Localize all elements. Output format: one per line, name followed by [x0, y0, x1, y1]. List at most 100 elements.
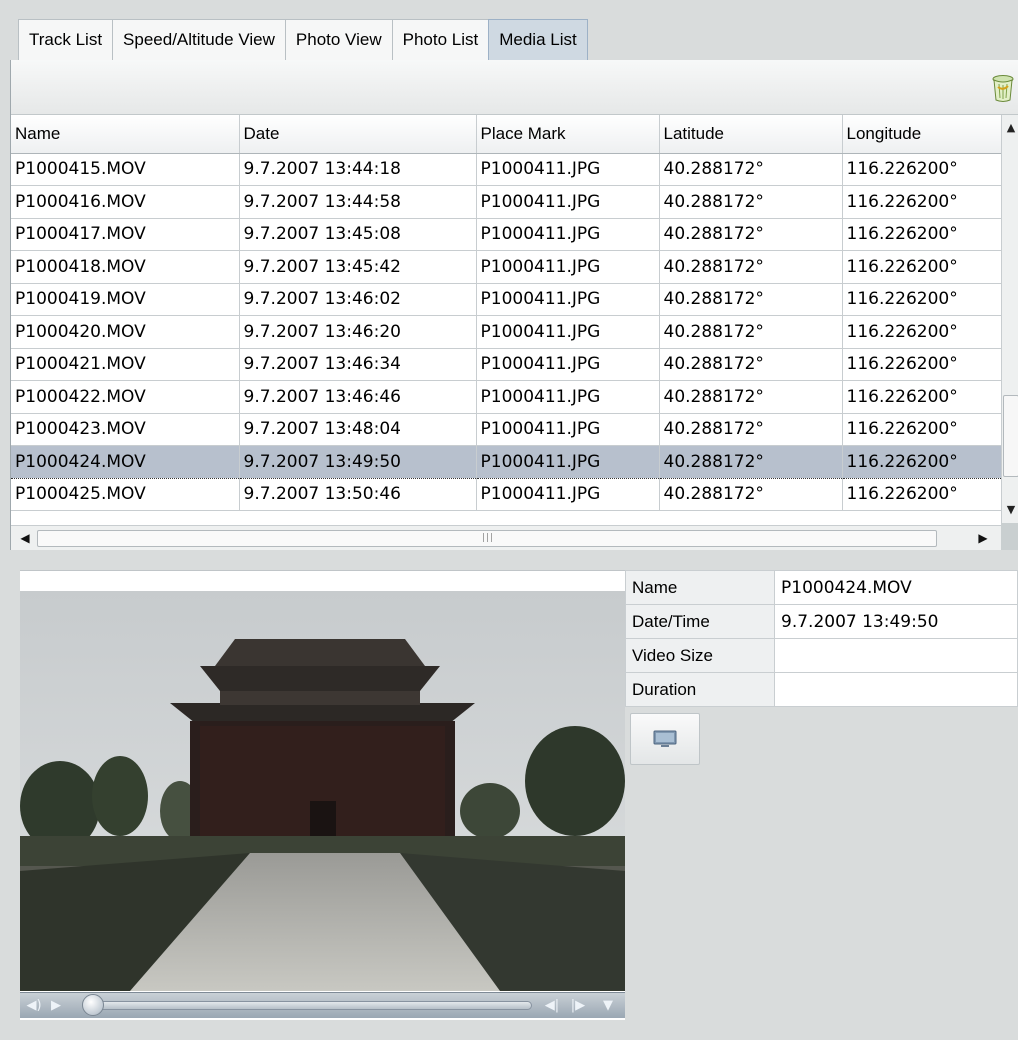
tab-speed-altitude-view[interactable]: Speed/Altitude View	[112, 19, 286, 60]
player-controls: ◀) ▶ ◀| |▶ ▼	[20, 992, 625, 1018]
cell-latitude: 40.288172°	[659, 445, 843, 479]
table-row[interactable]: P1000425.MOV 9.7.2007 13:50:46 P1000411.JP…	[11, 478, 1001, 511]
cell-longitude: 116.226200°	[842, 185, 1001, 219]
column-header-name[interactable]: Name	[11, 115, 240, 154]
table-row[interactable]: P1000423.MOV 9.7.2007 13:48:04 P1000411.JP…	[11, 413, 1001, 446]
table-row[interactable]: P1000417.MOV 9.7.2007 13:45:08 P1000411.JP…	[11, 218, 1001, 251]
video-frame	[20, 591, 625, 991]
video-player: ◀) ▶ ◀| |▶ ▼	[20, 570, 625, 1020]
cell-longitude: 116.226200°	[842, 250, 1001, 284]
cell-longitude: 116.226200°	[842, 218, 1001, 251]
media-properties: Name P1000424.MOV Date/Time 9.7.2007 13:…	[625, 570, 1018, 707]
property-row-name: Name P1000424.MOV	[625, 570, 1018, 605]
column-header-place-mark[interactable]: Place Mark	[476, 115, 660, 154]
table-row[interactable]: P1000416.MOV 9.7.2007 13:44:58 P1000411.JP…	[11, 185, 1001, 219]
cell-latitude: 40.288172°	[659, 283, 843, 316]
fullscreen-button[interactable]	[630, 713, 700, 765]
cell-date: 9.7.2007 13:45:42	[239, 250, 477, 284]
cell-name: P1000419.MOV	[11, 283, 240, 316]
table-row[interactable]: P1000421.MOV 9.7.2007 13:46:34 P1000411.JP…	[11, 348, 1001, 381]
scroll-right-icon[interactable]: ▶	[973, 526, 993, 551]
scroll-left-icon[interactable]: ◀	[15, 526, 35, 551]
delete-button[interactable]	[989, 72, 1017, 104]
scroll-down-icon[interactable]: ▼	[1002, 501, 1018, 519]
cell-name: P1000420.MOV	[11, 315, 240, 349]
cell-name: P1000418.MOV	[11, 250, 240, 284]
property-row-duration: Duration	[625, 672, 1018, 707]
cell-date: 9.7.2007 13:48:04	[239, 413, 477, 446]
property-label: Duration	[625, 672, 775, 707]
play-icon[interactable]: ▶	[48, 996, 64, 1016]
cell-place-mark: P1000411.JPG	[476, 283, 660, 316]
cell-name: P1000415.MOV	[11, 153, 240, 186]
seek-bar[interactable]	[92, 1001, 532, 1010]
property-label: Date/Time	[625, 604, 775, 639]
cell-longitude: 116.226200°	[842, 478, 1001, 511]
step-back-icon[interactable]: ◀|	[542, 996, 562, 1016]
seek-thumb[interactable]	[82, 994, 104, 1016]
cell-latitude: 40.288172°	[659, 348, 843, 381]
cell-place-mark: P1000411.JPG	[476, 218, 660, 251]
cell-name: P1000424.MOV	[11, 445, 240, 479]
cell-longitude: 116.226200°	[842, 445, 1001, 479]
tab-photo-list[interactable]: Photo List	[391, 19, 490, 60]
menu-down-icon[interactable]: ▼	[598, 996, 618, 1016]
trash-icon	[992, 75, 1014, 102]
cell-name: P1000422.MOV	[11, 380, 240, 414]
cell-place-mark: P1000411.JPG	[476, 348, 660, 381]
table-row[interactable]: P1000422.MOV 9.7.2007 13:46:46 P1000411.JP…	[11, 380, 1001, 414]
property-value	[774, 672, 1018, 707]
vertical-scroll-thumb[interactable]	[1003, 395, 1018, 477]
cell-date: 9.7.2007 13:49:50	[239, 445, 477, 479]
cell-latitude: 40.288172°	[659, 250, 843, 284]
media-preview-area: ◀) ▶ ◀| |▶ ▼ Name P1000424.MOV Date/Time…	[10, 550, 1018, 1040]
media-grid: Name Date Place Mark Latitude Longitude …	[11, 115, 1001, 583]
table-row[interactable]: P1000419.MOV 9.7.2007 13:46:02 P1000411.JP…	[11, 283, 1001, 316]
toolbar	[11, 60, 1018, 115]
cell-place-mark: P1000411.JPG	[476, 445, 660, 479]
cell-longitude: 116.226200°	[842, 283, 1001, 316]
cell-place-mark: P1000411.JPG	[476, 153, 660, 186]
tab-media-list[interactable]: Media List	[488, 19, 588, 61]
horizontal-scroll-thumb[interactable]: |||	[37, 530, 937, 547]
cell-latitude: 40.288172°	[659, 380, 843, 414]
step-forward-icon[interactable]: |▶	[568, 996, 588, 1016]
grip-icon: |||	[482, 533, 495, 543]
cell-date: 9.7.2007 13:46:46	[239, 380, 477, 414]
cell-longitude: 116.226200°	[842, 315, 1001, 349]
tab-photo-view[interactable]: Photo View	[284, 19, 393, 60]
media-table: Name Date Place Mark Latitude Longitude …	[11, 115, 1001, 511]
cell-longitude: 116.226200°	[842, 380, 1001, 414]
cell-name: P1000417.MOV	[11, 218, 240, 251]
table-row[interactable]: P1000415.MOV 9.7.2007 13:44:18 P1000411.JP…	[11, 153, 1001, 186]
column-header-latitude[interactable]: Latitude	[659, 115, 843, 154]
header-row: Name Date Place Mark Latitude Longitude	[11, 115, 1001, 154]
volume-icon[interactable]: ◀)	[26, 996, 42, 1016]
horizontal-scrollbar[interactable]: ◀ ||| ▶	[11, 525, 1001, 550]
column-header-longitude[interactable]: Longitude	[842, 115, 1001, 154]
cell-latitude: 40.288172°	[659, 185, 843, 219]
vertical-scrollbar[interactable]: ▲ ▼	[1001, 115, 1018, 523]
table-row[interactable]: P1000418.MOV 9.7.2007 13:45:42 P1000411.JP…	[11, 250, 1001, 284]
cell-name: P1000416.MOV	[11, 185, 240, 219]
tab-track-list[interactable]: Track List	[18, 19, 114, 60]
media-list-panel: Name Date Place Mark Latitude Longitude …	[10, 60, 1018, 583]
cell-date: 9.7.2007 13:46:02	[239, 283, 477, 316]
cell-date: 9.7.2007 13:46:20	[239, 315, 477, 349]
cell-place-mark: P1000411.JPG	[476, 478, 660, 511]
cell-name: P1000425.MOV	[11, 478, 240, 511]
property-label: Name	[625, 570, 775, 605]
cell-place-mark: P1000411.JPG	[476, 250, 660, 284]
cell-latitude: 40.288172°	[659, 478, 843, 511]
cell-date: 9.7.2007 13:45:08	[239, 218, 477, 251]
cell-latitude: 40.288172°	[659, 218, 843, 251]
scroll-up-icon[interactable]: ▲	[1002, 119, 1018, 137]
cell-latitude: 40.288172°	[659, 413, 843, 446]
property-label: Video Size	[625, 638, 775, 673]
table-row-selected[interactable]: P1000424.MOV 9.7.2007 13:49:50 P1000411.JP…	[11, 445, 1001, 479]
cell-longitude: 116.226200°	[842, 153, 1001, 186]
column-header-date[interactable]: Date	[239, 115, 477, 154]
cell-latitude: 40.288172°	[659, 153, 843, 186]
property-value: P1000424.MOV	[774, 570, 1018, 605]
table-row[interactable]: P1000420.MOV 9.7.2007 13:46:20 P1000411.JP…	[11, 315, 1001, 349]
